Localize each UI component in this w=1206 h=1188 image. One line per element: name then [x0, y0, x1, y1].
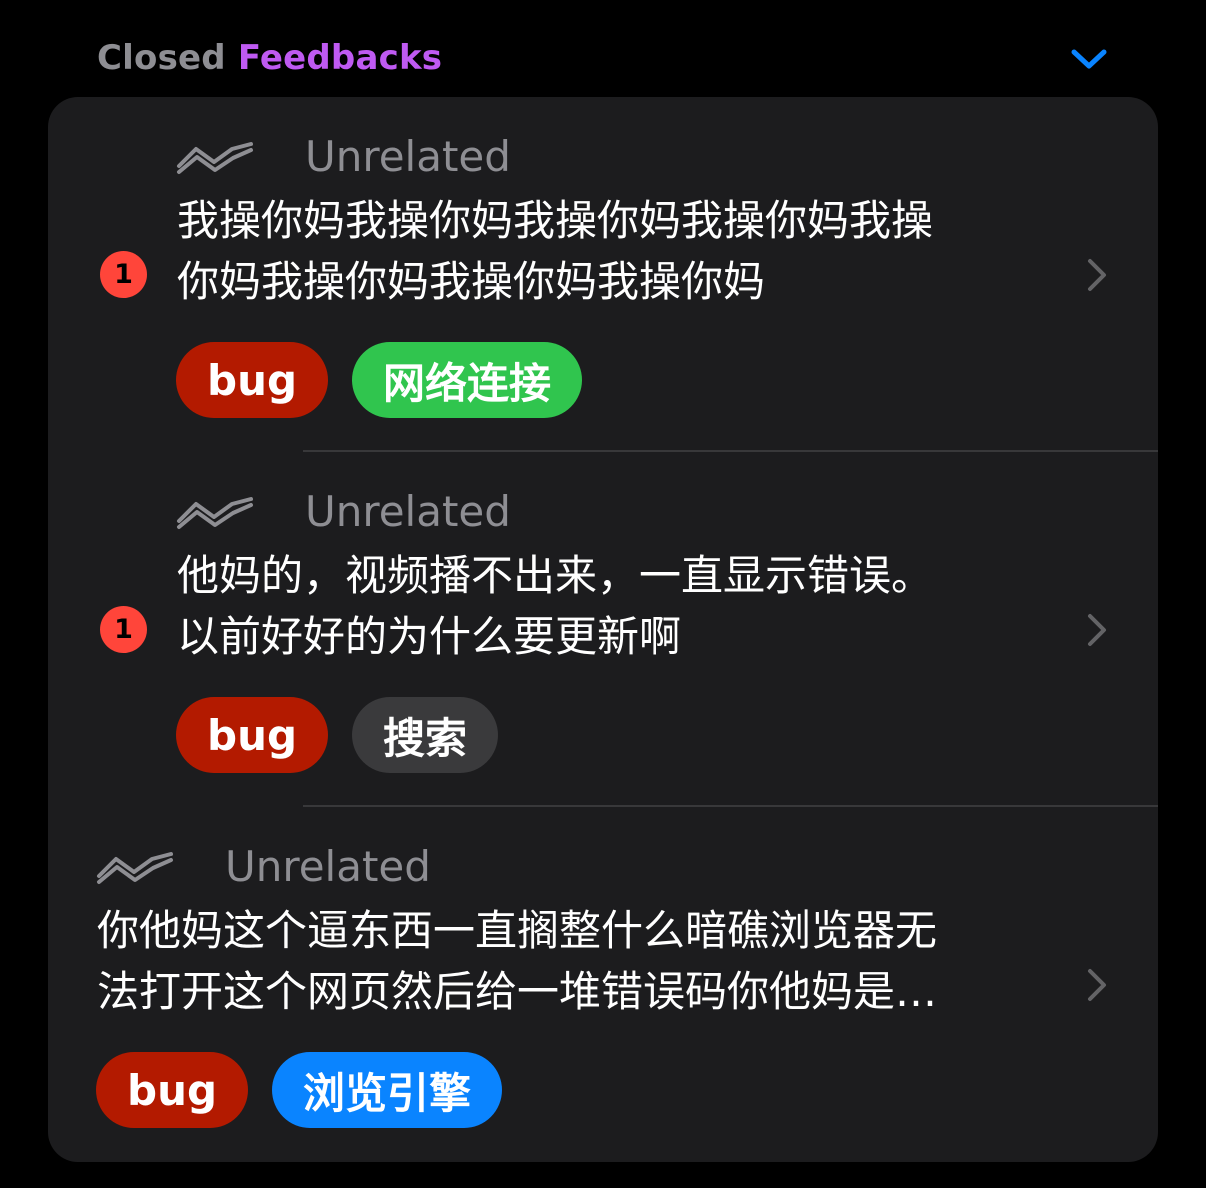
feedback-row[interactable]: 1 Unrelated 他妈的，视频播不出来，一直显示错误。 以前好好的为什么要…	[48, 452, 1158, 807]
tag-browser-engine[interactable]: 浏览引擎	[272, 1052, 503, 1128]
feedback-line: 你他妈这个逼东西一直搁整什么暗礁浏览器无	[97, 906, 938, 955]
status-label: Unrelated	[225, 842, 431, 891]
tag-search[interactable]: 搜索	[352, 697, 499, 773]
chevron-right-icon	[1085, 611, 1109, 649]
feedback-content: 你他妈这个逼东西一直搁整什么暗礁浏览器无 法打开这个网页然后给一堆错误码你他妈是…	[97, 900, 1047, 1022]
tag-bug[interactable]: bug	[176, 697, 329, 773]
unread-count-badge: 1	[100, 251, 147, 298]
section-title: Feedbacks	[237, 38, 443, 78]
tag-list: bug 搜索	[176, 697, 499, 773]
feedback-content: 我操你妈我操你妈我操你妈我操你妈我操 你妈我操你妈我操你妈我操你妈	[177, 190, 1047, 312]
feedback-list: 1 Unrelated 我操你妈我操你妈我操你妈我操你妈我操 你妈我操你妈我操你…	[48, 97, 1158, 1162]
feedback-content: 他妈的，视频播不出来，一直显示错误。 以前好好的为什么要更新啊	[177, 545, 1047, 667]
status-label: Unrelated	[305, 487, 511, 536]
feedback-line: 以前好好的为什么要更新啊	[177, 612, 682, 661]
trend-icon	[96, 849, 174, 885]
feedback-line: 法打开这个网页然后给一堆错误码你他妈是…	[97, 967, 938, 1016]
tag-bug[interactable]: bug	[176, 342, 329, 418]
unread-count-badge: 1	[100, 606, 147, 653]
tag-network[interactable]: 网络连接	[352, 342, 583, 418]
trend-icon	[176, 139, 254, 175]
chevron-right-icon	[1085, 966, 1109, 1004]
feedback-line: 我操你妈我操你妈我操你妈我操你妈我操	[177, 196, 934, 245]
status-label: Unrelated	[305, 132, 511, 181]
feedback-row[interactable]: 1 Unrelated 我操你妈我操你妈我操你妈我操你妈我操 你妈我操你妈我操你…	[48, 97, 1158, 452]
feedback-row[interactable]: Unrelated 你他妈这个逼东西一直搁整什么暗礁浏览器无 法打开这个网页然后…	[48, 807, 1158, 1162]
chevron-right-icon	[1085, 256, 1109, 294]
tag-list: bug 浏览引擎	[96, 1052, 503, 1128]
feedback-line: 他妈的，视频播不出来，一直显示错误。	[177, 551, 934, 600]
trend-icon	[176, 494, 254, 530]
feedback-line: 你妈我操你妈我操你妈我操你妈	[177, 257, 766, 306]
tag-bug[interactable]: bug	[96, 1052, 249, 1128]
section-title-prefix: Closed	[97, 38, 226, 78]
tag-list: bug 网络连接	[176, 342, 583, 418]
section-header: Closed Feedbacks	[97, 34, 442, 82]
chevron-down-icon[interactable]	[1068, 40, 1110, 76]
